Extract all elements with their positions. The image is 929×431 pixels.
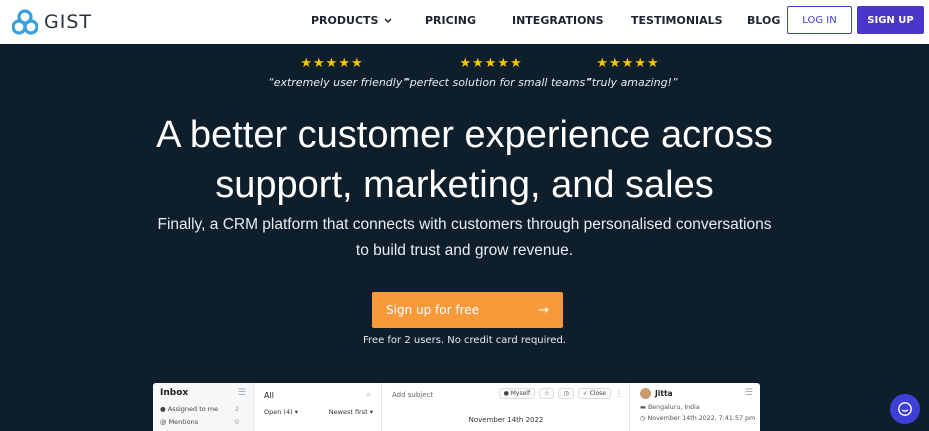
inbox-item-count: 2	[234, 405, 239, 413]
brand-logo[interactable]: GIST	[12, 9, 92, 35]
testimonial-quote: “extremely user friendly”	[268, 76, 409, 89]
hero-title-line-2: support, marketing, and sales	[215, 164, 714, 206]
star-rating: ★★★★★	[596, 56, 660, 71]
hero-title-line-1: A better customer experience across	[156, 114, 773, 156]
inbox-item-label: Mentions	[168, 418, 199, 426]
subject-field: Add subject	[392, 391, 434, 399]
inbox-item-mentions: @ Mentions	[160, 418, 198, 426]
cta-label: Sign up for free	[386, 303, 479, 317]
chat-launcher-button[interactable]	[890, 394, 920, 424]
signup-free-button[interactable]: Sign up for free →	[372, 292, 563, 328]
more-icon: ⋮	[615, 389, 623, 398]
at-icon: @	[160, 418, 167, 426]
nav-blog[interactable]: BLOG	[747, 14, 780, 27]
hero-subtitle-line-1: Finally, a CRM platform that connects wi…	[157, 216, 772, 233]
assignee-pill: ● Myself	[498, 388, 536, 399]
inbox-item-count: 0	[234, 418, 239, 426]
conversation-toolbar: ● Myself ☆ ◷ ✓ Close ⋮	[498, 388, 623, 399]
testimonial-2: ★★★★★ “perfect solution for small teams”	[404, 56, 591, 90]
date-divider: November 14th 2022	[468, 416, 544, 424]
cta-note: Free for 2 users. No credit card require…	[363, 335, 566, 346]
preview-contact-panel: Jitta ☰ ▬ Bengaluru, India ◷ November 14…	[630, 383, 760, 431]
avatar-icon: ●	[160, 405, 166, 413]
testimonial-1: ★★★★★ “extremely user friendly”	[268, 56, 409, 90]
nav-pricing[interactable]: PRICING	[425, 14, 476, 27]
star-icon: ☆	[539, 388, 555, 399]
inbox-item-assigned: ● Assigned to me	[160, 405, 218, 413]
star-rating: ★★★★★	[459, 56, 523, 71]
app-preview: Inbox ☰ ● Assigned to me 2 @ Mentions 0 …	[153, 383, 760, 431]
brand-name: GIST	[44, 11, 92, 33]
gist-logo-icon	[12, 9, 38, 35]
nav-products-label: PRODUCTS	[311, 14, 379, 27]
sort-dropdown: Newest first ▾	[328, 408, 373, 416]
star-rating: ★★★★★	[300, 56, 364, 71]
status-filter: Open (4) ▾	[264, 408, 298, 416]
search-icon: ⌕	[366, 390, 371, 399]
menu-icon: ☰	[744, 388, 753, 398]
testimonial-3: ★★★★★ “truly amazing!”	[586, 56, 678, 90]
chat-bubble-icon	[898, 402, 912, 416]
chevron-down-icon	[384, 17, 392, 27]
hero-subtitle: Finally, a CRM platform that connects wi…	[0, 212, 929, 264]
preview-inbox-panel: Inbox ☰ ● Assigned to me 2 @ Mentions 0	[153, 383, 254, 431]
contact-name: Jitta	[655, 389, 673, 398]
nav-products[interactable]: PRODUCTS	[311, 14, 392, 27]
close-conversation-pill: ✓ Close	[577, 388, 611, 399]
signup-button[interactable]: SIGN UP	[857, 6, 924, 34]
hero-title: A better customer experience across supp…	[0, 110, 929, 210]
hero-subtitle-line-2: to build trust and grow revenue.	[355, 242, 574, 259]
testimonial-quote: “perfect solution for small teams”	[404, 76, 591, 89]
list-title: All	[264, 391, 274, 400]
site-header: GIST PRODUCTS PRICING INTEGRATIONS TESTI…	[0, 0, 929, 44]
nav-testimonials[interactable]: TESTIMONIALS	[631, 14, 723, 27]
inbox-title: Inbox	[160, 388, 189, 398]
nav-integrations[interactable]: INTEGRATIONS	[512, 14, 604, 27]
contact-last-seen: ◷ November 14th 2022, 7:41:57 pm	[640, 415, 756, 422]
preview-conversation: Add subject ● Myself ☆ ◷ ✓ Close ⋮ Novem…	[382, 383, 630, 431]
avatar	[640, 388, 651, 399]
login-button[interactable]: LOG IN	[787, 6, 852, 34]
preview-conversation-list: All ⌕ Open (4) ▾ Newest first ▾	[254, 383, 382, 431]
arrow-right-icon: →	[538, 302, 549, 318]
menu-icon: ☰	[237, 388, 246, 398]
clock-icon: ◷	[558, 388, 574, 399]
testimonial-quote: “truly amazing!”	[586, 76, 678, 89]
inbox-item-label: Assigned to me	[167, 405, 219, 413]
contact-location: ▬ Bengaluru, India	[640, 404, 700, 411]
